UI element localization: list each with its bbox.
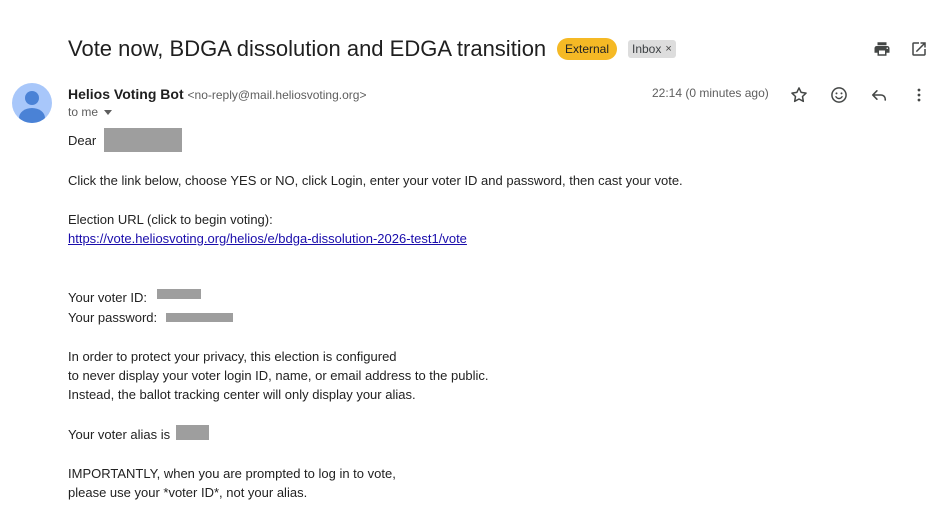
sender-avatar[interactable] [12,83,52,123]
important-text-1: IMPORTANTLY, when you are prompted to lo… [68,466,396,481]
print-icon[interactable] [872,39,892,59]
redacted-voter-id [157,289,201,299]
open-in-new-icon[interactable] [909,39,929,59]
email-timestamp: 22:14 (0 minutes ago) [652,86,769,100]
instructions-text: Click the link below, choose YES or NO, … [68,173,683,188]
greeting: Dear [68,133,97,148]
alias-label: Your voter alias is [68,427,171,442]
inbox-label-chip[interactable]: Inbox × [628,40,676,58]
privacy-text-3: Instead, the ballot tracking center will… [68,387,416,402]
election-url-link[interactable]: https://vote.heliosvoting.org/helios/e/b… [68,231,467,247]
inbox-label-text: Inbox [632,42,662,56]
recipient-details-toggle[interactable]: to me [68,105,113,119]
password-label: Your password: [68,310,158,325]
sender-line: Helios Voting Bot <no-reply@mail.heliosv… [68,85,366,104]
emoji-icon[interactable] [827,83,851,107]
reply-icon[interactable] [867,83,891,107]
recipient-label: to me [68,105,99,119]
redacted-password [166,313,233,322]
privacy-text-2: to never display your voter login ID, na… [68,368,489,383]
remove-label-icon[interactable]: × [665,40,671,58]
important-text-2: please use your *voter ID*, not your ali… [68,485,308,500]
email-subject: Vote now, BDGA dissolution and EDGA tran… [68,36,547,61]
more-vert-icon[interactable] [907,83,931,107]
external-label-badge: External [557,38,618,60]
privacy-text-1: In order to protect your privacy, this e… [68,349,397,364]
sender-email: <no-reply@mail.heliosvoting.org> [187,88,367,102]
email-view: Vote now, BDGA dissolution and EDGA tran… [0,0,944,524]
chevron-down-icon [104,109,113,115]
redacted-voter-alias [176,425,209,440]
sender-name[interactable]: Helios Voting Bot [68,86,184,102]
voter-id-label: Your voter ID: [68,290,148,305]
redacted-recipient-name [104,128,182,152]
election-url-label: Election URL (click to begin voting): [68,212,273,227]
person-avatar-icon [19,91,45,123]
star-icon[interactable] [787,83,811,107]
